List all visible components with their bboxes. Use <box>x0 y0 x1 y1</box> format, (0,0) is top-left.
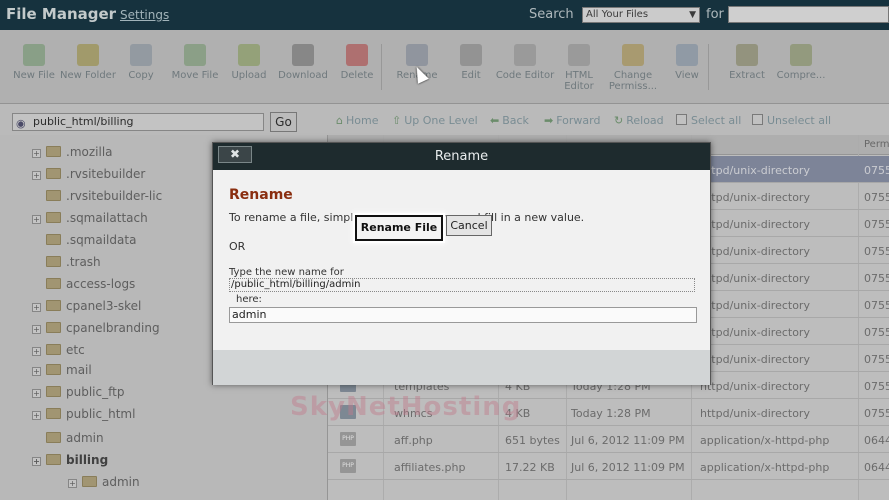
rename-file-button[interactable]: Rename File <box>355 215 443 241</box>
dialog-title: Rename <box>229 187 293 203</box>
new-name-label: Type the new name for <box>229 267 344 278</box>
dialog-header: Rename ✖ <box>213 143 710 170</box>
here-label: here: <box>236 294 262 305</box>
current-path: /public_html/billing/admin <box>229 278 695 292</box>
new-name-input[interactable]: admin <box>229 307 697 323</box>
cancel-button[interactable]: Cancel <box>446 215 492 236</box>
rename-dialog: Rename ✖ Rename To rename a file, simply… <box>212 142 711 385</box>
dialog-or-text: OR <box>229 240 246 253</box>
dialog-close-button[interactable]: ✖ <box>218 146 252 163</box>
dialog-body: Rename To rename a file, simply click on… <box>213 170 710 350</box>
close-icon: ✖ <box>229 147 241 161</box>
dialog-header-title: Rename <box>434 149 489 164</box>
dialog-footer <box>213 350 710 385</box>
